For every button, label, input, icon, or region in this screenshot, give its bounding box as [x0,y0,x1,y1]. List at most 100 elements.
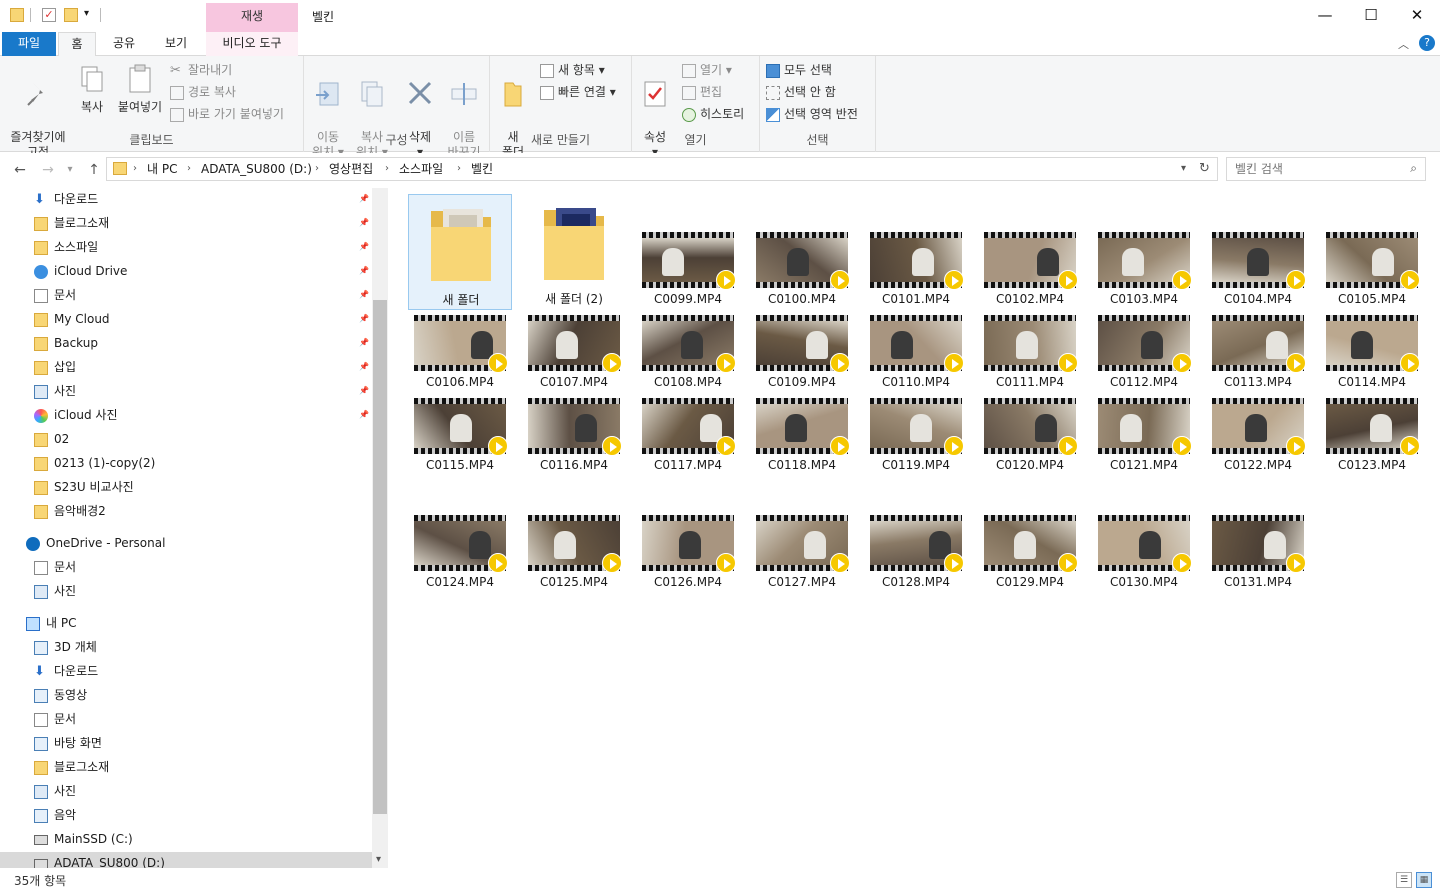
nav-item-this-pc-child[interactable]: MainSSD (C:) [34,828,133,850]
video-file-item[interactable]: C0121.MP4 [1092,360,1196,476]
ribbon-tabs: 파일 홈 공유 보기 비디오 도구 ︿ ? [0,32,1440,57]
nav-item-quick-access[interactable]: My Cloud [34,308,110,330]
copy-button[interactable]: 복사 [74,60,110,115]
video-file-item[interactable]: C0126.MP4 [636,477,740,593]
nav-item-quick-access[interactable]: iCloud 사진 [34,404,118,426]
video-file-item[interactable]: C0125.MP4 [522,477,626,593]
breadcrumb-item[interactable]: 영상편집 [329,158,373,180]
nav-item-quick-access[interactable]: ⬇ 다운로드 [34,188,98,210]
nav-item-this-pc-child[interactable]: ⬇ 다운로드 [34,660,98,682]
nav-item-onedrive[interactable]: OneDrive - Personal [26,532,165,554]
close-button[interactable]: ✕ [1394,0,1440,30]
file-name: C0131.MP4 [1224,575,1292,589]
help-icon[interactable]: ? [1419,35,1435,51]
nav-item-quick-access[interactable]: 사진 [34,380,76,402]
nav-item-quick-access[interactable]: 삽입 [34,356,76,378]
easy-access-button[interactable]: 빠른 연결 ▾ [540,82,616,102]
history-button[interactable]: 히스토리 [682,104,744,124]
video-file-item[interactable]: C0128.MP4 [864,477,968,593]
breadcrumb-item[interactable]: 소스파일 [399,158,443,180]
nav-item-this-pc-child[interactable]: 바탕 화면 [34,732,102,754]
video-file-item[interactable]: C0131.MP4 [1206,477,1310,593]
video-file-item[interactable]: C0123.MP4 [1320,360,1424,476]
video-file-item[interactable]: C0120.MP4 [978,360,1082,476]
video-file-item[interactable]: C0127.MP4 [750,477,854,593]
paste-button[interactable]: 붙여넣기 [114,60,166,115]
select-none-button[interactable]: 선택 안 함 [766,82,836,102]
nav-item-quick-access[interactable]: 02 [34,428,69,450]
nav-item-quick-access[interactable]: 0213 (1)-copy(2) [34,452,155,474]
video-file-item[interactable]: C0129.MP4 [978,477,1082,593]
breadcrumb-item[interactable]: ADATA_SU800 (D:) [201,158,312,180]
search-box[interactable]: ⌕ [1226,157,1426,181]
nav-item-quick-access[interactable]: 블로그소재 [34,212,109,234]
properties-quick-icon[interactable]: ✓ [42,8,56,22]
edit-button[interactable]: 편집 [682,82,722,102]
video-file-item[interactable]: C0122.MP4 [1206,360,1310,476]
nav-item-this-pc-child[interactable]: 음악 [34,804,76,826]
maximize-button[interactable]: ☐ [1348,0,1394,30]
nav-scrollbar-thumb[interactable] [373,300,387,814]
details-view-icon[interactable]: ☰ [1396,872,1412,888]
copy-path-button[interactable]: 경로 복사 [170,82,236,102]
video-file-item[interactable]: C0117.MP4 [636,360,740,476]
scroll-down-chevron-icon[interactable]: ▾ [376,854,381,865]
paste-shortcut-button[interactable]: 바로 가기 붙여넣기 [170,104,284,124]
up-arrow-icon[interactable]: ↑ [84,161,104,179]
nav-item-quick-access[interactable]: iCloud Drive [34,260,127,282]
open-button[interactable]: 열기 ▾ [682,60,732,80]
video-file-item[interactable]: C0115.MP4 [408,360,512,476]
file-name: C0126.MP4 [654,575,722,589]
select-all-button[interactable]: 모두 선택 [766,60,832,80]
video-thumbnail [1098,398,1192,456]
nav-item-this-pc-child[interactable]: 사진 [34,780,76,802]
tab-file[interactable]: 파일 [2,32,56,56]
video-file-item[interactable]: C0118.MP4 [750,360,854,476]
nav-item-this-pc-child[interactable]: 3D 개체 [34,636,97,658]
nav-item-this-pc-child[interactable]: ADATA_SU800 (D:) [0,852,372,868]
video-file-item[interactable]: C0116.MP4 [522,360,626,476]
nav-item-this-pc-child[interactable]: 문서 [34,708,76,730]
nav-item-quick-access[interactable]: S23U 비교사진 [34,476,134,498]
video-file-item[interactable]: C0130.MP4 [1092,477,1196,593]
back-arrow-icon[interactable]: ← [10,161,30,179]
collapse-ribbon-icon[interactable]: ︿ [1398,36,1409,52]
tab-home[interactable]: 홈 [58,32,96,57]
thumbnail-object [1122,248,1144,276]
large-icons-view-icon[interactable]: ▦ [1416,872,1432,888]
nav-item-this-pc-child[interactable]: 블로그소재 [34,756,109,778]
minimize-button[interactable]: — [1302,0,1348,30]
thumbnail-object [785,414,807,442]
refresh-icon[interactable]: ↻ [1199,158,1210,180]
video-file-item[interactable]: C0124.MP4 [408,477,512,593]
address-bar[interactable]: › 내 PC › ADATA_SU800 (D:) › 영상편집 › 소스파일 … [106,157,1218,181]
tab-video-tools[interactable]: 비디오 도구 [206,32,298,56]
search-input[interactable] [1227,158,1387,180]
nav-item-this-pc[interactable]: 내 PC [26,612,76,634]
nav-item-quick-access[interactable]: 문서 [34,284,76,306]
search-icon[interactable]: ⌕ [1410,161,1417,176]
tab-view[interactable]: 보기 [152,32,200,56]
cut-button[interactable]: ✂ 잘라내기 [170,60,232,80]
invert-selection-button[interactable]: 선택 영역 반전 [766,104,858,124]
video-file-item[interactable]: C0119.MP4 [864,360,968,476]
new-folder-quick-icon[interactable] [64,8,78,22]
recent-locations-chevron-icon[interactable]: ▾ [60,161,80,179]
breadcrumb-item[interactable]: 내 PC [147,158,177,180]
tab-share[interactable]: 공유 [100,32,148,56]
breadcrumb-item[interactable]: 벨킨 [471,158,493,180]
nav-item-this-pc-child[interactable]: 동영상 [34,684,87,706]
nav-item-quick-access[interactable]: 음악배경2 [34,500,106,522]
thumbnail-object [891,331,913,359]
nav-item-quick-access[interactable]: 소스파일 [34,236,98,258]
navigation-pane: ⬇ 다운로드 📌 블로그소재 📌 소스파일 📌 iCloud Drive 📌 문서 📌 My Clou… [0,188,388,868]
nav-item-onedrive-child[interactable]: 문서 [34,556,76,578]
nav-item-quick-access[interactable]: Backup [34,332,98,354]
title-bar: ✓ ▾ 재생 벨킨 — ☐ ✕ [0,0,1440,32]
new-item-button[interactable]: 새 항목 ▾ [540,60,605,80]
forward-arrow-icon[interactable]: → [38,161,58,179]
chevron-down-icon[interactable]: ▾ [84,8,89,19]
address-dropdown-chevron-icon[interactable]: ▾ [1181,158,1186,180]
nav-item-onedrive-child[interactable]: 사진 [34,580,76,602]
video-thumbnail [1212,398,1306,456]
